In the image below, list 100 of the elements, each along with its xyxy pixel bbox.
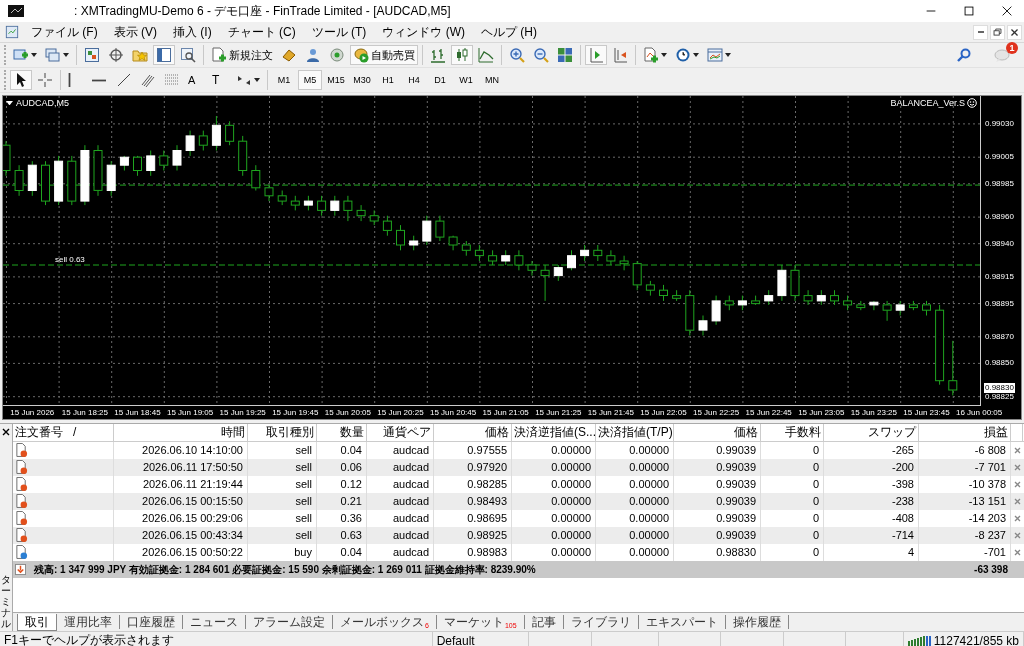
time-label: 15 Jun 2026 [10,408,55,417]
profiles-button[interactable] [42,45,72,65]
candlestick-chart-icon [454,47,470,63]
price-label: 0.99030 [985,118,1014,129]
candlestick [606,249,616,266]
profile-name: Default [436,633,475,646]
templates-button[interactable] [704,45,734,65]
candlestick [711,295,721,326]
candlestick [159,150,169,171]
sell-order-icon [15,477,28,492]
speech-bubble-icon [994,47,1010,63]
candlestick [803,289,813,306]
menu-item[interactable]: チャート (C) [219,23,304,41]
candlestick [382,215,392,237]
table-cell: 2026.06.11 17:50:50 [114,459,248,476]
table-cell: 0.97920 [434,459,512,476]
table-cell: 0.00000 [596,493,674,510]
timeframe-button[interactable]: M30 [350,70,374,90]
price-label: 0.98960 [985,212,1014,223]
crosshair-icon [37,72,53,88]
table-cell: sell [248,459,317,476]
tab[interactable]: ライブラリ [563,615,639,629]
time-label: 15 Jun 18:45 [114,408,161,417]
tab[interactable]: エキスパート [638,615,726,629]
maximize-icon [962,4,976,18]
auto-trading-button[interactable]: 自動売買 [350,45,418,65]
restore-button[interactable] [990,24,1005,40]
tab[interactable]: 運用比率 [57,615,120,629]
candlestick [251,164,261,191]
minimize-button[interactable] [973,24,988,40]
close-icon[interactable] [2,428,10,436]
tab[interactable]: 口座履歴 [120,615,183,629]
close-button[interactable] [1007,24,1022,40]
time-label: 15 Jun 22:05 [640,408,687,417]
table-cell: 0 [761,493,824,510]
navigator-icon [132,47,148,63]
timeframe-button[interactable]: M15 [324,70,348,90]
terminal-icon [156,47,172,63]
timeframe-button[interactable]: H1 [376,70,400,90]
timeframe-button[interactable]: W1 [454,70,478,90]
cursor-button[interactable] [10,70,32,90]
new-order-icon [211,47,227,63]
candlestick [185,130,195,157]
auto-scroll-button[interactable] [585,45,607,65]
menu-item[interactable]: ファイル (F) [23,23,106,41]
trendline-icon [116,72,132,88]
buy-order-icon [15,545,28,560]
tab[interactable]: 操作履歴 [725,615,789,629]
candlestick [882,300,892,322]
price-label: 0.98825 [985,391,1014,402]
candlestick [396,224,405,251]
text-tool-button[interactable]: A [185,70,207,90]
new-order-button[interactable]: 新規注文 [208,45,276,65]
price-label: 0.98895 [985,298,1014,309]
candlestick [317,195,327,217]
table-cell: sell [248,527,317,544]
timeframe-button[interactable]: D1 [428,70,452,90]
table-cell: audcad [367,493,434,510]
current-price-label: 0.98830 [984,383,1015,393]
table-cell: 0 [761,459,824,476]
timeframe-button[interactable]: MN [480,70,504,90]
column-header: 取引種別 [248,424,317,441]
table-cell: -714 [824,527,919,544]
time-label: 15 Jun 21:05 [482,408,529,417]
traffic-text: 1127421/855 kb [933,633,1019,646]
tab[interactable]: ニュース [183,615,246,629]
terminal-button[interactable] [153,45,175,65]
document-icon [5,25,19,39]
table-cell: 0.99039 [674,527,761,544]
total-profit: -63 398 [973,563,1009,577]
timeframe-button[interactable]: H4 [402,70,426,90]
tile-windows-icon [557,47,573,63]
table-cell: 0.63 [317,527,367,544]
candlestick [343,195,353,222]
candlestick [211,115,221,151]
text-label-button[interactable]: T [209,70,231,90]
menu-item[interactable]: 表示 (V) [105,23,165,41]
table-cell: 0.06 [317,459,367,476]
tab[interactable]: 記事 [524,615,564,629]
table-cell: 0.99039 [674,459,761,476]
profiles-icon [45,47,61,63]
menu-item[interactable]: ウィンドウ (W) [374,23,473,41]
bar-chart-icon [430,47,446,63]
candlestick [422,215,432,246]
timeframe-button[interactable]: M1 [272,70,296,90]
caret-icon [693,53,699,57]
candlestick-chart-button[interactable] [451,45,473,65]
tab[interactable]: 取引 [17,614,57,631]
table-cell: -238 [824,493,919,510]
table-cell: sell [248,493,317,510]
timeframe-button[interactable]: M5 [298,70,322,90]
table-cell: audcad [367,459,434,476]
menu-item[interactable]: ツール (T) [303,23,375,41]
menu-item[interactable]: 挿入 (I) [165,23,220,41]
candlestick [198,130,208,151]
table-cell: 0.00000 [512,527,596,544]
price-label: 0.98915 [985,271,1014,282]
candlestick [133,155,142,177]
tab[interactable]: アラーム設定 [246,615,333,629]
menu-item[interactable]: ヘルプ (H) [473,23,545,41]
